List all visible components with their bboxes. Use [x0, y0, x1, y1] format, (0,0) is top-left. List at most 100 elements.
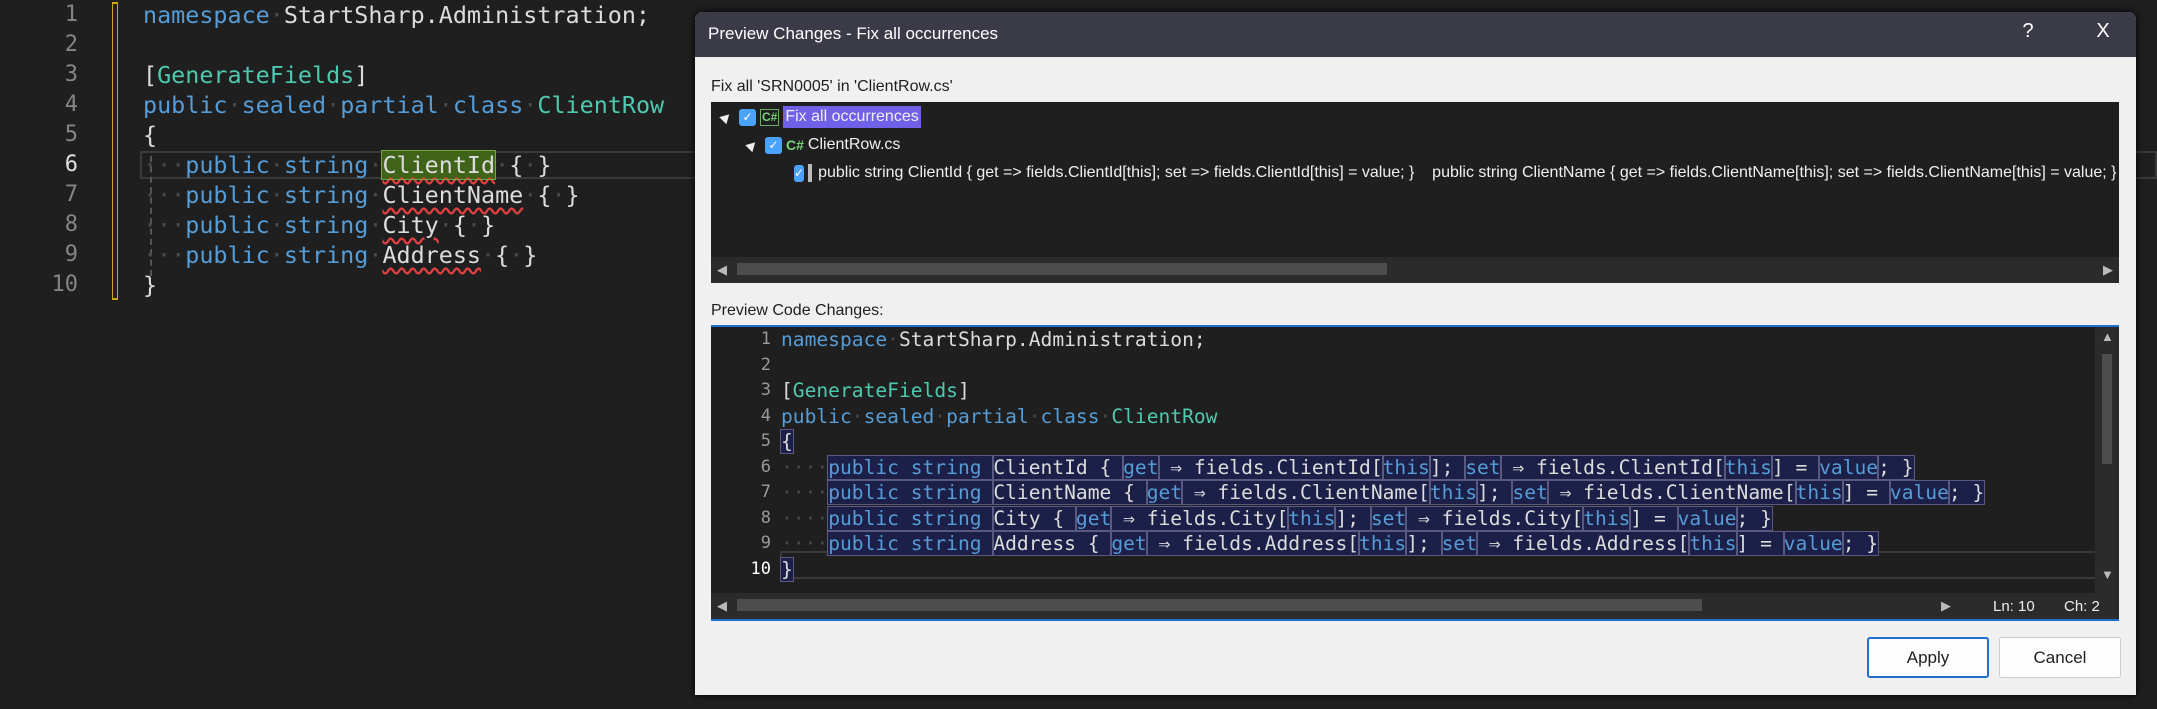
- whitespace-marker: ·: [523, 181, 538, 209]
- scrollbar-thumb[interactable]: [2102, 354, 2112, 464]
- code-token: [: [781, 379, 793, 402]
- tree-item-file[interactable]: ✓ C# ClientRow.cs: [745, 132, 901, 158]
- code-token: ];: [1334, 505, 1372, 531]
- whitespace-marker: ···: [143, 211, 186, 239]
- code-token: class: [452, 91, 524, 119]
- code-line: ····public string ClientId { get ⇒ field…: [781, 454, 1915, 480]
- code-token: ⇒ fields.City[: [1405, 505, 1585, 531]
- line-number: 10: [750, 558, 771, 579]
- line-number: 5: [64, 122, 78, 147]
- code-token: {: [509, 151, 524, 179]
- code-line: ···public·string·Address·{·}: [143, 240, 537, 270]
- line-number: 2: [64, 32, 78, 57]
- code-token: ⇒ fields.City[: [1110, 505, 1290, 531]
- code-token: class: [1040, 404, 1100, 428]
- cancel-button[interactable]: Cancel: [1999, 637, 2121, 678]
- code-line: public·sealed·partial·class·ClientRow: [781, 404, 1217, 429]
- whitespace-marker: ·: [269, 1, 284, 29]
- code-change-icon: [808, 164, 813, 182]
- tree-item-fix-all[interactable]: ✓ C# Fix all occurrences: [719, 104, 921, 130]
- code-token: set: [1440, 531, 1479, 556]
- checkbox-checked[interactable]: ✓: [739, 108, 756, 126]
- checkbox-checked[interactable]: ✓: [765, 136, 782, 154]
- whitespace-marker: ····: [781, 532, 829, 555]
- code-token: public string: [827, 454, 995, 480]
- scroll-down-icon[interactable]: ▼: [2101, 567, 2114, 582]
- whitespace-marker: ·: [1099, 404, 1112, 428]
- code-token: this: [1723, 454, 1773, 480]
- code-token: Address: [382, 241, 482, 269]
- whitespace-marker: ·: [495, 151, 510, 179]
- code-token: ; }: [1877, 454, 1915, 480]
- tree-label: ClientRow.cs: [807, 136, 901, 153]
- code-line: ····public string City { get ⇒ fields.Ci…: [781, 505, 1773, 531]
- whitespace-marker: ····: [781, 481, 829, 504]
- line-number: 7: [760, 482, 771, 502]
- help-button[interactable]: ?: [2013, 20, 2043, 43]
- whitespace-marker: ·: [509, 241, 524, 269]
- code-token: this: [1381, 454, 1431, 480]
- code-token: }: [523, 241, 538, 269]
- code-line: ···public·string·ClientName·{·}: [143, 180, 580, 210]
- scroll-left-icon[interactable]: ◀: [717, 262, 727, 278]
- code-token: this: [1794, 480, 1844, 505]
- scrollbar-thumb[interactable]: [737, 599, 1702, 611]
- tree-horizontal-scrollbar[interactable]: ◀ ▶: [711, 257, 2119, 283]
- apply-button[interactable]: Apply: [1867, 637, 1989, 678]
- line-number: 10: [51, 272, 79, 297]
- code-token: this: [1428, 480, 1479, 505]
- whitespace-marker: ·: [368, 241, 383, 269]
- whitespace-marker: ·: [481, 241, 496, 269]
- code-line: ···public·string·ClientId·{·}: [143, 150, 551, 180]
- preview-vertical-scrollbar[interactable]: ▲ ▼: [2095, 327, 2119, 593]
- code-token: this: [1358, 531, 1408, 556]
- code-token: ];: [1405, 531, 1443, 556]
- code-token: ClientRow: [1111, 404, 1218, 428]
- preview-horizontal-scrollbar[interactable]: ◀ ▶ Ln: 10 Ch: 2: [711, 593, 2119, 619]
- changes-tree[interactable]: ✓ C# Fix all occurrences ✓ C# ClientRow.…: [711, 102, 2119, 283]
- line-number: 8: [64, 212, 78, 237]
- code-token: ];: [1428, 454, 1467, 480]
- scrollbar-thumb[interactable]: [737, 263, 1387, 275]
- code-line: ····public string Address { get ⇒ fields…: [781, 531, 1880, 556]
- code-token: ClientName {: [992, 480, 1148, 505]
- dialog-titlebar: Preview Changes - Fix all occurrences ? …: [695, 12, 2136, 57]
- scroll-up-icon[interactable]: ▲: [2101, 329, 2114, 344]
- line-number: 7: [64, 182, 78, 207]
- code-token: public: [143, 91, 228, 119]
- code-token: City {: [992, 505, 1077, 531]
- preview-code-label: Preview Code Changes:: [711, 302, 884, 319]
- close-button[interactable]: X: [2088, 20, 2118, 43]
- whitespace-marker: ····: [781, 506, 829, 530]
- scroll-right-icon[interactable]: ▶: [1941, 598, 1951, 614]
- line-number: 2: [760, 354, 771, 375]
- whitespace-marker: ·: [523, 151, 538, 179]
- code-token: get: [1122, 454, 1160, 480]
- expand-triangle-icon[interactable]: [745, 138, 759, 152]
- scroll-left-icon[interactable]: ◀: [717, 598, 727, 614]
- code-token: ];: [1476, 480, 1514, 505]
- line-number: 6: [760, 456, 771, 477]
- code-token: Address {: [992, 531, 1113, 556]
- code-token: {: [143, 121, 158, 149]
- whitespace-marker: ·: [269, 181, 284, 209]
- code-token: ; }: [1947, 480, 1986, 505]
- code-token: ClientId: [381, 150, 497, 180]
- whitespace-marker: ·: [368, 151, 383, 179]
- tree-item-change[interactable]: ✓ public string ClientId { get => fields…: [794, 160, 2119, 186]
- code-token: ] =: [1770, 454, 1821, 480]
- code-token: ClientId {: [992, 454, 1125, 480]
- code-line: {: [780, 429, 794, 454]
- scroll-right-icon[interactable]: ▶: [2103, 262, 2113, 278]
- csharp-project-icon: C#: [760, 108, 780, 126]
- checkbox-checked[interactable]: ✓: [794, 164, 805, 182]
- expand-triangle-icon[interactable]: [719, 110, 733, 124]
- preview-code-editor[interactable]: 1 namespace·StartSharp.Administration; 2 3[…: [711, 325, 2119, 621]
- code-token: [: [143, 61, 158, 89]
- whitespace-marker: ····: [781, 455, 829, 479]
- code-token: }: [565, 181, 580, 209]
- csharp-file-icon: C#: [786, 137, 804, 153]
- code-token: {: [780, 429, 794, 454]
- whitespace-marker: ···: [143, 151, 186, 179]
- line-number: 4: [760, 405, 771, 426]
